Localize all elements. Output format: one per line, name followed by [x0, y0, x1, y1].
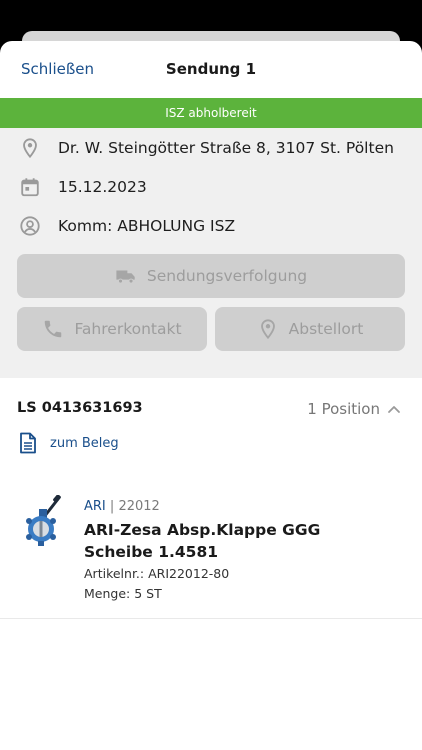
dropoff-location-label: Abstellort: [288, 320, 364, 338]
tracking-button[interactable]: Sendungsverfolgung: [17, 254, 405, 298]
commission-text: Komm: ABHOLUNG ISZ: [58, 217, 236, 235]
driver-contact-button[interactable]: Fahrerkontakt: [17, 307, 207, 351]
location-pin-icon: [260, 319, 275, 340]
page-title: Sendung 1: [165, 60, 257, 78]
commission-row: Komm: ABHOLUNG ISZ: [0, 214, 422, 238]
item-brand-line: ARI | 22012: [84, 499, 160, 514]
position-count: 1 Position: [307, 400, 380, 418]
status-banner: ISZ abholbereit: [0, 98, 422, 128]
date-row: 15.12.2023: [0, 175, 422, 199]
shipment-sheet: Schließen Sendung 1 ISZ abholbereit Dr. …: [0, 41, 422, 750]
address-row: Dr. W. Steingötter Straße 8, 3107 St. Pö…: [0, 136, 422, 160]
location-pin-icon: [0, 137, 58, 159]
item-code: 22012: [118, 499, 160, 514]
item-separator: |: [109, 499, 115, 514]
product-image: [26, 495, 61, 546]
delivery-note-header[interactable]: LS 0413631693 1 Position: [0, 398, 422, 422]
date-text: 15.12.2023: [58, 178, 147, 196]
document-icon: [20, 432, 36, 454]
item-name: ARI-Zesa Absp.Klappe GGG Scheibe 1.4581: [84, 521, 321, 561]
list-item[interactable]: ARI | 22012 ARI-Zesa Absp.Klappe GGG Sch…: [0, 491, 422, 619]
nav-bar: Schließen Sendung 1: [0, 41, 422, 98]
document-link[interactable]: zum Beleg: [18, 431, 119, 455]
user-circle-icon: [0, 215, 58, 237]
item-article-number: Artikelnr.: ARI22012-80: [84, 566, 230, 581]
calendar-icon: [0, 176, 58, 198]
dropoff-location-button[interactable]: Abstellort: [215, 307, 405, 351]
chevron-up-icon[interactable]: [387, 402, 401, 416]
phone-icon: [45, 320, 62, 338]
truck-icon: [116, 270, 135, 284]
item-brand: ARI: [84, 499, 106, 514]
tracking-label: Sendungsverfolgung: [146, 267, 308, 285]
item-quantity: Menge: 5 ST: [84, 586, 162, 601]
delivery-note-number: LS 0413631693: [17, 400, 143, 416]
shipment-info-panel: Dr. W. Steingötter Straße 8, 3107 St. Pö…: [0, 128, 422, 378]
driver-contact-label: Fahrerkontakt: [74, 320, 182, 338]
address-text: Dr. W. Steingötter Straße 8, 3107 St. Pö…: [58, 139, 394, 157]
document-link-label: zum Beleg: [50, 435, 119, 451]
